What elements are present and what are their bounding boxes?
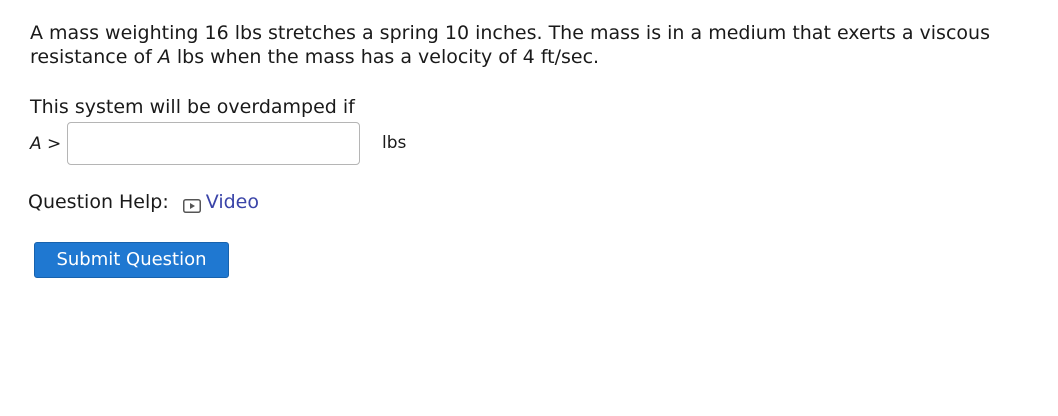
question-help: Question Help: Video — [28, 189, 259, 215]
answer-variable: A — [30, 134, 42, 154]
problem-text-part2: lbs when the mass has a velocity of 4 ft… — [170, 46, 600, 68]
question-help-label: Question Help: — [28, 191, 169, 213]
unit-label: lbs — [382, 133, 407, 153]
problem-variable-a: A — [157, 46, 171, 68]
answer-row: A > lbs — [30, 122, 450, 168]
answer-label: A > — [30, 133, 61, 155]
video-link-label: Video — [205, 191, 259, 213]
video-play-icon — [182, 195, 201, 213]
question-prompt: This system will be overdamped if — [30, 96, 355, 118]
problem-statement: A mass weighting 16 lbs stretches a spri… — [30, 21, 1040, 69]
submit-question-button[interactable]: Submit Question — [34, 242, 229, 278]
answer-relation: > — [41, 134, 62, 154]
video-link[interactable]: Video — [182, 190, 259, 214]
answer-input[interactable] — [67, 122, 360, 165]
